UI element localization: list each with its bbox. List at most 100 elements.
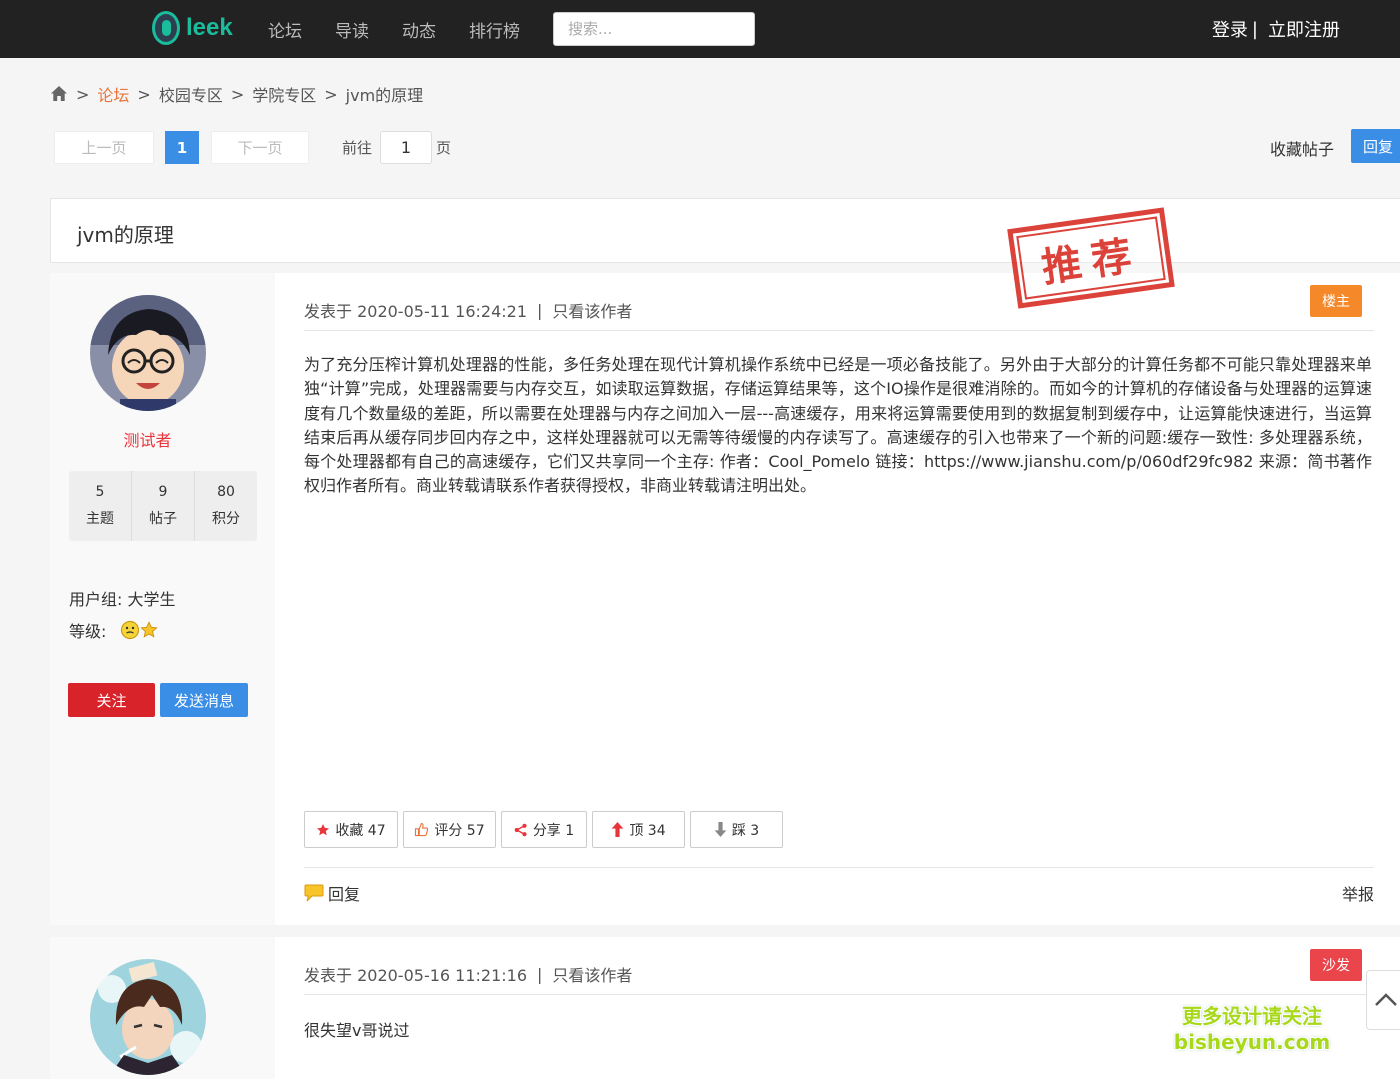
author-only-link[interactable]: 只看该作者 [552, 298, 632, 322]
register-link[interactable]: 立即注册 [1268, 16, 1340, 42]
reply-label: 回复 [328, 885, 361, 904]
floor-badge: 沙发 [1310, 949, 1362, 981]
auth-separator: | [1251, 18, 1258, 40]
thread-title: jvm的原理 [77, 223, 174, 247]
next-page-button[interactable]: 下一页 [211, 131, 309, 164]
breadcrumb-separator: > [230, 84, 245, 104]
post-content: 为了充分压榨计算机处理器的性能，多任务处理在现代计算机操作系统中已经是一项必备技… [304, 355, 1372, 496]
favorite-action-button[interactable]: 收藏 47 [304, 811, 398, 848]
thumbs-up-icon [415, 822, 429, 837]
watermark-line: bisheyun.com [1173, 1030, 1331, 1054]
nav-guide[interactable]: 导读 [335, 17, 369, 42]
divider [304, 330, 1374, 331]
chevron-up-icon [1375, 993, 1397, 1006]
goto-page-input[interactable] [380, 131, 433, 164]
username[interactable]: 测试者 [50, 427, 245, 451]
breadcrumb-forum[interactable]: 论坛 [97, 82, 129, 106]
post-content: 很失望v哥说过 [304, 1021, 410, 1040]
downvote-count: 踩 3 [731, 822, 760, 839]
breadcrumb-separator: > [324, 84, 338, 104]
user-group-value: 大学生 [127, 590, 176, 609]
post-timestamp: 发表于 2020-05-11 16:24:21 [304, 302, 528, 321]
send-message-button[interactable]: 发送消息 [160, 683, 248, 717]
stat-label: 主题 [86, 511, 114, 527]
breadcrumb-separator: > [76, 84, 90, 104]
favorite-post-link[interactable]: 收藏帖子 [1270, 136, 1334, 160]
stat-value: 80 [217, 484, 235, 500]
meta-separator: | [537, 964, 543, 984]
post-meta: 发表于 2020-05-11 16:24:21 | 只看该作者 [304, 298, 632, 322]
favorite-count: 收藏 47 [335, 822, 386, 839]
breadcrumb-campus[interactable]: 校园专区 [159, 82, 223, 106]
breadcrumb: > 论坛 > 校园专区 > 学院专区 > jvm的原理 [50, 82, 423, 106]
pagination: 上一页 1 下一页 前往 页 [54, 131, 451, 164]
current-page-button[interactable]: 1 [165, 131, 199, 164]
user-group-label: 用户组: [69, 590, 123, 609]
login-link[interactable]: 登录 [1212, 16, 1248, 42]
upvote-action-button[interactable]: 顶 34 [592, 811, 685, 848]
star-icon [317, 823, 330, 835]
share-icon [514, 823, 527, 836]
prev-page-button[interactable]: 上一页 [54, 131, 154, 164]
author-only-link[interactable]: 只看该作者 [552, 962, 632, 986]
nav-activity[interactable]: 动态 [402, 17, 436, 42]
stat-value: 5 [95, 484, 105, 500]
main-nav: 论坛 导读 动态 排行榜 [268, 0, 553, 58]
thread-title-bar: jvm的原理 [50, 198, 1400, 263]
post-reply-link[interactable]: 回复 [304, 881, 360, 905]
user-level-label: 等级: [69, 622, 107, 641]
reply-button[interactable]: 回复 [1351, 129, 1400, 163]
watermark-line: 更多设计请关注 [1182, 1004, 1322, 1028]
post-meta: 发表于 2020-05-16 11:21:16 | 只看该作者 [304, 962, 632, 986]
downvote-action-button[interactable]: 踩 3 [690, 811, 783, 848]
search-input[interactable] [553, 12, 755, 46]
stat-posts[interactable]: 9 帖子 [132, 471, 195, 541]
avatar[interactable] [90, 959, 206, 1075]
face-icon [121, 620, 140, 640]
watermark: 更多设计请关注 bisheyun.com [1172, 1003, 1332, 1055]
nav-ranking[interactable]: 排行榜 [469, 17, 520, 42]
logo-icon [152, 11, 180, 45]
rate-action-button[interactable]: 评分 57 [403, 811, 496, 848]
stat-value: 9 [158, 484, 168, 500]
user-group: 用户组: 大学生 [69, 586, 176, 610]
stat-label: 帖子 [149, 511, 177, 527]
home-icon[interactable] [50, 85, 68, 103]
user-level: 等级: [69, 618, 159, 642]
divider [304, 994, 1374, 995]
post-actions: 收藏 47 评分 57 分享 1 顶 34 踩 3 [304, 811, 788, 848]
author-panel [50, 937, 275, 1079]
breadcrumb-college[interactable]: 学院专区 [252, 82, 316, 106]
arrow-down-icon [714, 822, 727, 837]
divider [304, 867, 1374, 868]
breadcrumb-separator: > [137, 84, 151, 104]
level-icons [120, 620, 159, 640]
avatar-illustration-icon [90, 295, 206, 411]
stat-points[interactable]: 80 积分 [195, 471, 257, 541]
logo-text: leek [186, 14, 233, 41]
stat-topics[interactable]: 5 主题 [69, 471, 132, 541]
scroll-to-top-button[interactable] [1366, 970, 1400, 1030]
auth-links: 登录 | 立即注册 [1212, 0, 1340, 58]
breadcrumb-current: jvm的原理 [345, 86, 424, 105]
top-navbar: leek 论坛 导读 动态 排行榜 登录 | 立即注册 [0, 0, 1400, 58]
star-icon [140, 621, 159, 638]
post-timestamp: 发表于 2020-05-16 11:21:16 [304, 966, 528, 985]
upvote-count: 顶 34 [629, 822, 666, 839]
share-action-button[interactable]: 分享 1 [501, 811, 587, 848]
arrow-up-icon [612, 822, 624, 837]
meta-separator: | [537, 300, 543, 320]
site-logo[interactable]: leek [152, 8, 233, 48]
avatar[interactable] [90, 295, 206, 411]
post-body: 发表于 2020-05-11 16:24:21 | 只看该作者 楼主 为了充分压… [304, 273, 1374, 925]
rate-count: 评分 57 [434, 822, 485, 839]
avatar-illustration-icon [90, 959, 206, 1075]
nav-forum[interactable]: 论坛 [268, 17, 302, 42]
speech-bubble-icon [304, 884, 324, 902]
share-count: 分享 1 [532, 822, 575, 839]
goto-label: 前往 [342, 139, 373, 157]
post-first: 测试者 5 主题 9 帖子 80 积分 用户组: 大学生 等级: 关注 发送消息… [50, 273, 1400, 925]
follow-button[interactable]: 关注 [68, 683, 155, 717]
report-link[interactable]: 举报 [1342, 881, 1374, 905]
stat-label: 积分 [212, 511, 240, 527]
